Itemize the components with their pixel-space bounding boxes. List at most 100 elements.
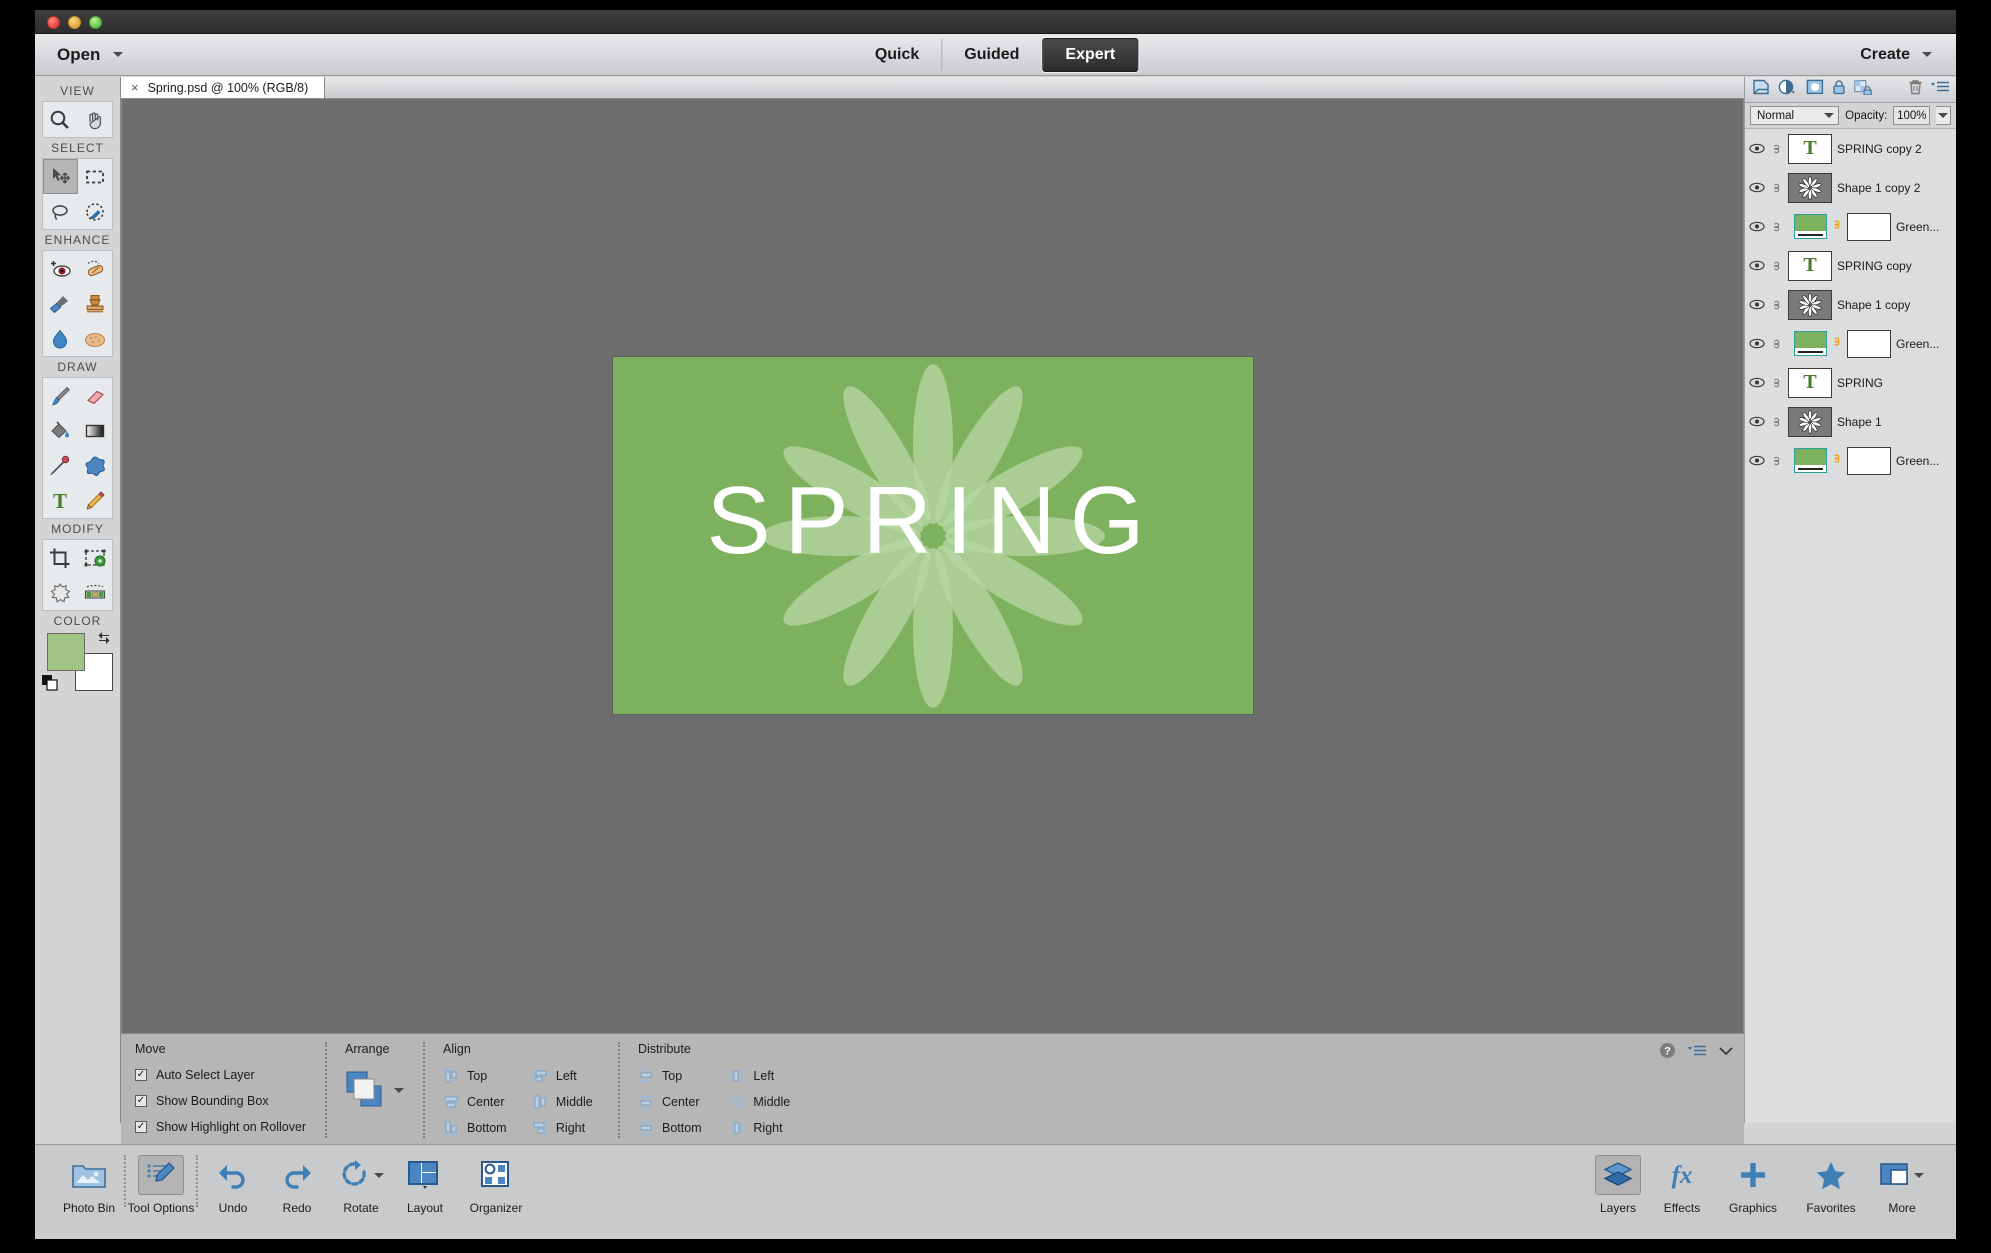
brush-tool[interactable] [43,378,78,413]
layer-mask-thumbnail[interactable] [1847,329,1891,358]
paint-bucket-tool[interactable] [43,413,78,448]
redo-button[interactable]: Redo [265,1155,329,1215]
table-row[interactable]: Green... [1745,207,1956,246]
layer-name[interactable]: SPRING [1837,376,1883,390]
table-row[interactable]: Shape 1 copy [1745,285,1956,324]
layer-visibility-icon[interactable] [1749,299,1765,310]
layer-mask-thumbnail[interactable] [1847,212,1891,241]
organizer-button[interactable]: Organizer [457,1155,535,1215]
layer-visibility-icon[interactable] [1749,143,1765,154]
layer-link-icon[interactable] [1770,181,1783,195]
distribute-left-button[interactable]: Left [729,1068,800,1084]
arrange-button[interactable] [345,1068,405,1112]
blur-tool[interactable] [43,321,78,356]
layer-visibility-icon[interactable] [1749,455,1765,466]
layer-thumbnail-shape[interactable] [1788,172,1832,203]
straighten-tool[interactable] [78,575,113,610]
show-highlight-on-rollover-checkbox[interactable]: ✓ Show Highlight on Rollover [135,1120,307,1134]
align-right-button[interactable]: Right [532,1120,600,1136]
layers-panel-button[interactable]: Layers [1586,1155,1650,1215]
undo-button[interactable]: Undo [201,1155,265,1215]
layer-name[interactable]: Green... [1896,220,1939,234]
tab-quick[interactable]: Quick [853,38,943,71]
layer-name[interactable]: Shape 1 copy 2 [1837,181,1920,195]
mask-link-icon[interactable] [1832,218,1842,235]
table-row[interactable]: T SPRING copy [1745,246,1956,285]
checkbox-icon[interactable]: ✓ [135,1069,147,1081]
chevron-down-icon[interactable] [1914,1172,1924,1178]
layer-name[interactable]: SPRING copy [1837,259,1912,273]
layer-link-icon[interactable] [1770,259,1783,273]
mask-link-icon[interactable] [1832,452,1842,469]
align-left-button[interactable]: Left [532,1068,600,1084]
checkbox-icon[interactable]: ✓ [135,1095,147,1107]
table-row[interactable]: T SPRING [1745,363,1956,402]
chevron-down-icon[interactable] [1938,113,1949,118]
opacity-stepper[interactable] [1936,106,1951,125]
checkbox-icon[interactable]: ✓ [135,1121,147,1133]
layer-link-icon[interactable] [1770,376,1783,390]
layer-name[interactable]: Green... [1896,454,1939,468]
align-center-button[interactable]: Center [443,1094,514,1110]
recompose-tool[interactable] [78,540,113,575]
layer-thumbnail-adjustment[interactable] [1794,214,1827,239]
minimize-window-button[interactable] [68,16,81,29]
new-layer-icon[interactable] [1752,79,1770,100]
tab-expert[interactable]: Expert [1042,37,1139,72]
content-aware-move-tool[interactable] [43,575,78,610]
blend-mode-select[interactable]: Normal [1750,106,1840,125]
panel-menu-icon[interactable] [1688,1044,1706,1063]
layer-thumbnail-adjustment[interactable] [1794,331,1827,356]
adjustment-layer-icon[interactable] [1778,79,1798,100]
layer-name[interactable]: Green... [1896,337,1939,351]
lasso-tool[interactable] [43,194,78,229]
align-bottom-button[interactable]: Bottom [443,1120,514,1136]
swap-colors-icon[interactable] [97,631,111,648]
zoom-tool[interactable] [43,102,78,137]
type-tool[interactable]: T [43,483,78,518]
collapse-chevron-icon[interactable] [1718,1044,1734,1062]
distribute-middle-button[interactable]: Middle [729,1094,800,1110]
tab-guided[interactable]: Guided [942,38,1043,71]
layer-visibility-icon[interactable] [1749,377,1765,388]
align-middle-button[interactable]: Middle [532,1094,600,1110]
help-icon[interactable]: ? [1659,1042,1676,1064]
layer-visibility-icon[interactable] [1749,338,1765,349]
create-button[interactable]: Create [1860,46,1932,64]
show-bounding-box-checkbox[interactable]: ✓ Show Bounding Box [135,1094,307,1108]
chevron-down-icon[interactable] [113,52,124,57]
align-top-button[interactable]: Top [443,1068,514,1084]
artwork-canvas[interactable]: SPRING [612,357,1253,714]
table-row[interactable]: Green... [1745,324,1956,363]
layer-name[interactable]: Shape 1 [1837,415,1882,429]
close-window-button[interactable] [47,16,60,29]
mask-link-icon[interactable] [1832,335,1842,352]
layer-thumbnail-shape[interactable] [1788,289,1832,320]
chevron-down-icon[interactable] [373,1172,384,1178]
layer-thumbnail-text[interactable]: T [1788,250,1832,281]
gradient-tool[interactable] [78,413,113,448]
table-row[interactable]: T SPRING copy 2 [1745,129,1956,168]
custom-shape-tool[interactable] [78,448,113,483]
chevron-down-icon[interactable] [1922,52,1932,57]
pencil-tool[interactable] [78,483,113,518]
layer-link-icon[interactable] [1770,142,1783,156]
effects-panel-button[interactable]: fx Effects [1650,1155,1714,1215]
layer-thumbnail-shape[interactable] [1788,406,1832,437]
distribute-center-button[interactable]: Center [638,1094,711,1110]
layer-thumbnail-text[interactable]: T [1788,133,1832,164]
layout-button[interactable]: Layout [393,1155,457,1215]
auto-select-layer-checkbox[interactable]: ✓ Auto Select Layer [135,1068,307,1082]
close-document-icon[interactable]: × [131,80,139,95]
eraser-tool[interactable] [78,378,113,413]
foreground-color-swatch[interactable] [47,633,85,671]
layer-visibility-icon[interactable] [1749,260,1765,271]
document-tab[interactable]: × Spring.psd @ 100% (RGB/8) [121,77,326,98]
photo-bin-button[interactable]: Photo Bin [57,1155,121,1215]
smart-brush-tool[interactable] [43,286,78,321]
chevron-down-icon[interactable] [1824,113,1835,118]
layer-thumbnail-adjustment[interactable] [1794,448,1827,473]
more-panel-button[interactable]: More [1870,1155,1934,1215]
distribute-right-button[interactable]: Right [729,1120,800,1136]
chevron-down-icon[interactable] [394,1087,404,1093]
